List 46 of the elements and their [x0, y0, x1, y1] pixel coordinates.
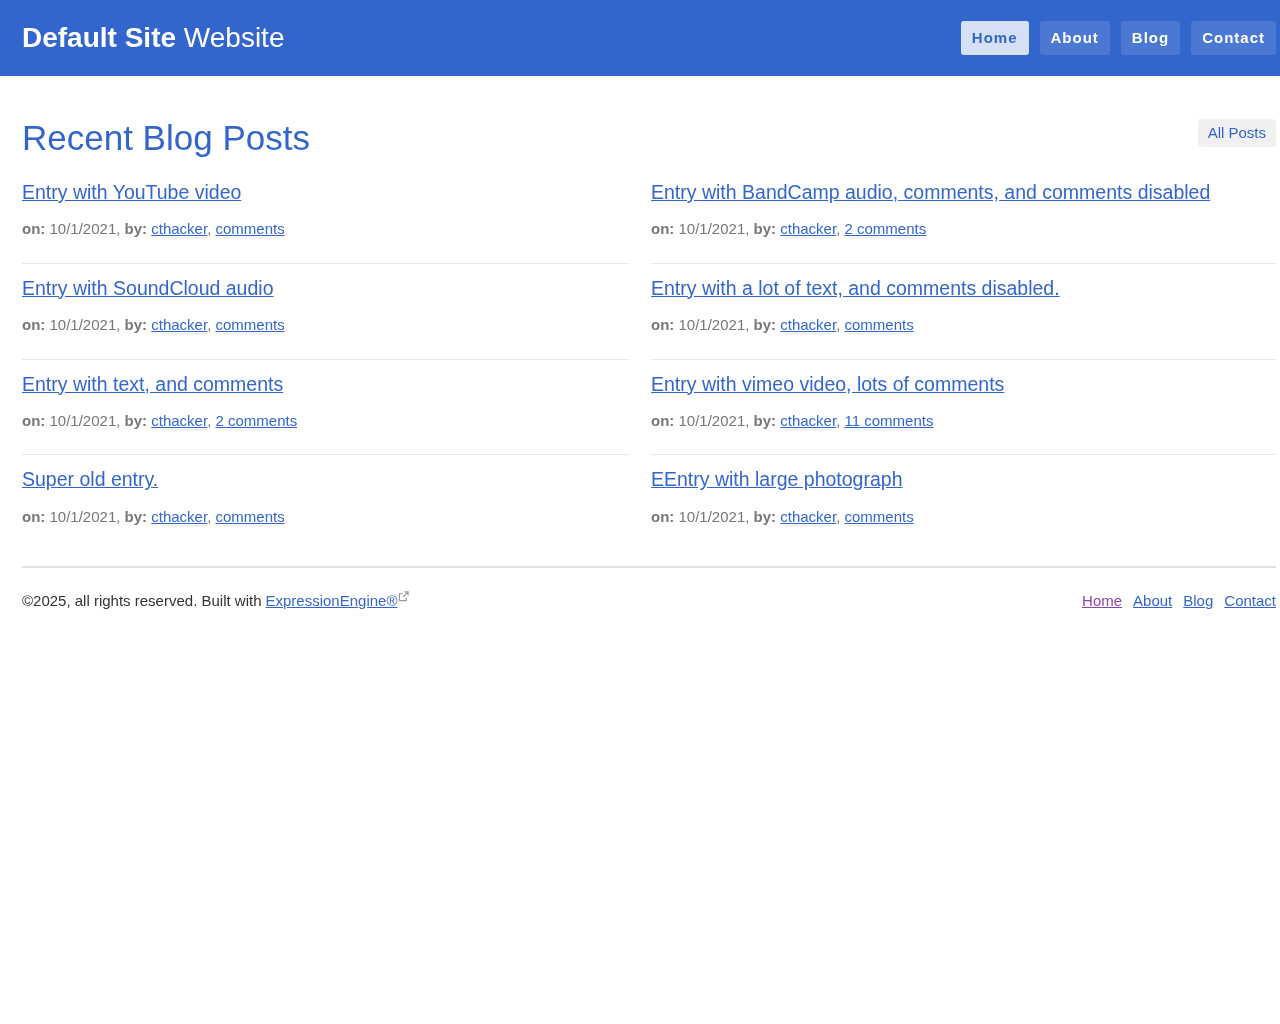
post-meta: on: 10/1/2021, by: cthacker, 2 comments	[651, 219, 928, 240]
nav-tab[interactable]: Home	[960, 21, 1029, 55]
comments-link[interactable]: comments	[844, 316, 914, 333]
post-title-link[interactable]: Super old entry.	[22, 468, 159, 491]
author-link[interactable]: cthacker	[151, 220, 208, 238]
external-link-icon	[398, 591, 410, 602]
nav-tab[interactable]: About	[1039, 21, 1110, 55]
comments-link[interactable]: 11 comments	[844, 411, 934, 429]
post-meta: on: 10/1/2021, by: cthacker, comments	[22, 315, 286, 335]
comments-link[interactable]: comments	[215, 507, 285, 525]
author-link[interactable]: cthacker	[780, 316, 837, 333]
site-title: Default Site Website	[22, 21, 285, 55]
post-title-link[interactable]: Entry with BandCamp audio, comments, and comments disabled	[651, 181, 1211, 203]
post-title-link[interactable]: Entry with YouTube video	[22, 181, 242, 203]
expressionengine-link[interactable]: ExpressionEngine®	[265, 590, 398, 613]
post-meta: on: 10/1/2021, by: cthacker, comments	[22, 506, 286, 527]
footer-link[interactable]: Blog	[1183, 590, 1214, 613]
post-meta: on: 10/1/2021, by: cthacker, comments	[22, 219, 286, 240]
author-link[interactable]: cthacker	[151, 507, 208, 525]
post-meta: on: 10/1/2021, by: cthacker, comments	[651, 315, 915, 335]
nav-tab[interactable]: Contact	[1191, 21, 1276, 55]
author-link[interactable]: cthacker	[780, 411, 837, 429]
author-link[interactable]: cthacker	[151, 411, 208, 429]
footer-link[interactable]: Contact	[1224, 590, 1276, 613]
post-title-link[interactable]: Entry with SoundCloud audio	[22, 276, 274, 299]
comments-link[interactable]: comments	[215, 220, 285, 238]
post-title-link[interactable]: Entry with a lot of text, and comments disabled.	[651, 276, 1060, 299]
comments-link[interactable]: 2 comments	[215, 411, 298, 429]
footer-link[interactable]: About	[1133, 590, 1173, 613]
nav-tab[interactable]: Blog	[1120, 21, 1181, 55]
footer-link[interactable]: Home	[1082, 590, 1123, 613]
comments-link[interactable]: 2 comments	[844, 220, 927, 238]
post-meta: on: 10/1/2021, by: cthacker, 11 comments	[651, 410, 935, 431]
post-meta: on: 10/1/2021, by: cthacker, 2 comments	[22, 410, 299, 431]
author-link[interactable]: cthacker	[151, 316, 208, 333]
comments-link[interactable]: comments	[844, 507, 914, 525]
post-title-link[interactable]: Entry with vimeo video, lots of comments	[651, 372, 1005, 395]
copyright-text: ©2025, all rights reserved. Built with	[22, 591, 262, 611]
post-meta: on: 10/1/2021, by: cthacker, comments	[651, 506, 915, 527]
post-title-link[interactable]: EEntry with large photograph	[651, 468, 903, 491]
page-heading: Recent Blog Posts	[22, 118, 310, 158]
comments-link[interactable]: comments	[215, 316, 285, 333]
author-link[interactable]: cthacker	[780, 220, 837, 238]
post-title-link[interactable]: Entry with text, and comments	[22, 372, 284, 395]
all-posts-button[interactable]: All Posts	[1197, 119, 1276, 147]
author-link[interactable]: cthacker	[780, 507, 837, 525]
